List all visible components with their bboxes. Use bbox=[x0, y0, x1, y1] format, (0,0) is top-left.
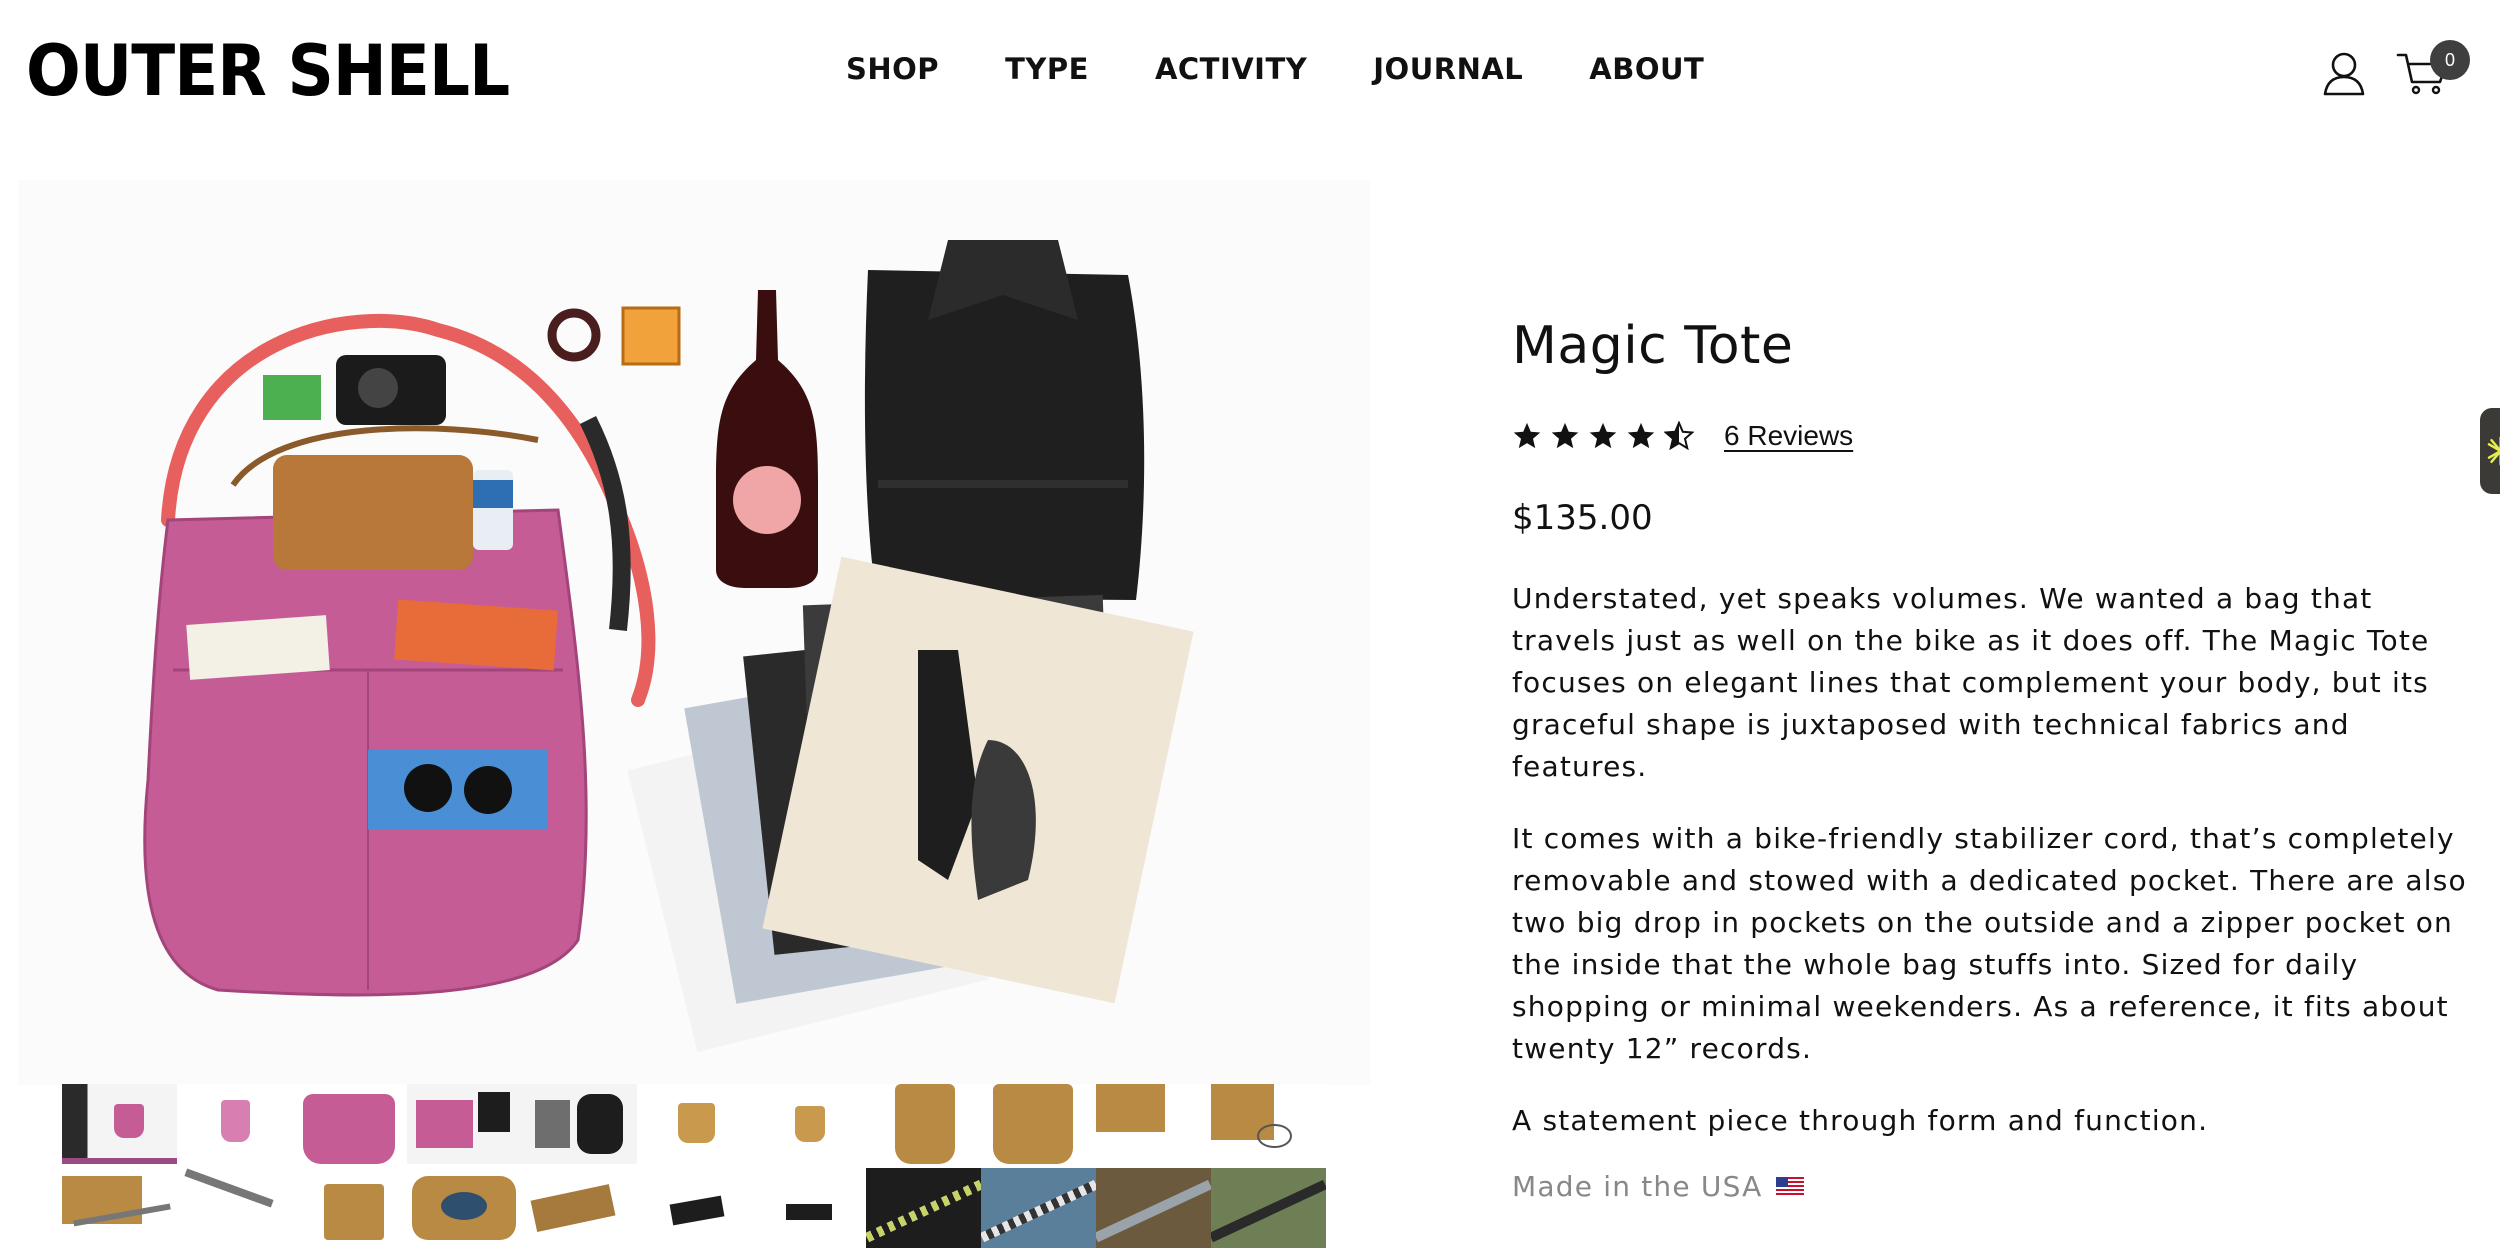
thumbnail[interactable] bbox=[751, 1084, 867, 1164]
thumbnail[interactable] bbox=[1096, 1168, 1212, 1248]
product-description: Understated, yet speaks volumes. We want… bbox=[1512, 578, 2482, 1142]
product-price: $135.00 bbox=[1512, 498, 1653, 538]
thumbnail[interactable] bbox=[1211, 1084, 1326, 1164]
thumbnail[interactable] bbox=[981, 1084, 1097, 1164]
rewards-widget-tab[interactable] bbox=[2480, 408, 2500, 494]
thumbnail[interactable] bbox=[1096, 1084, 1212, 1164]
star-icon bbox=[1589, 422, 1617, 449]
thumbnail[interactable] bbox=[751, 1168, 867, 1248]
nav-type[interactable]: TYPE bbox=[1005, 52, 1089, 86]
thumbnail[interactable] bbox=[636, 1168, 752, 1248]
product-title: Magic Tote bbox=[1512, 316, 1794, 376]
nav-about[interactable]: ABOUT bbox=[1589, 52, 1704, 86]
us-flag-icon bbox=[1776, 1176, 1805, 1197]
description-paragraph: It comes with a bike-friendly stabilizer… bbox=[1512, 822, 2467, 1065]
made-in-note: Made in the USA bbox=[1512, 1170, 2482, 1203]
description-paragraph: A statement piece through form and funct… bbox=[1512, 1104, 2209, 1137]
thumbnail[interactable] bbox=[521, 1084, 637, 1164]
site-header: OUTER SHELL SHOP TYPE ACTIVITY JOURNAL A… bbox=[0, 0, 2500, 145]
made-in-text: Made in the USA bbox=[1512, 1170, 1763, 1203]
thumbnail[interactable] bbox=[981, 1168, 1097, 1248]
thumbnail[interactable] bbox=[866, 1084, 982, 1164]
star-icon bbox=[1513, 422, 1541, 449]
reviews-link[interactable]: 6 Reviews bbox=[1724, 420, 1853, 452]
thumbnail[interactable] bbox=[62, 1168, 177, 1248]
nav-journal[interactable]: JOURNAL bbox=[1373, 52, 1523, 86]
thumbnail[interactable] bbox=[866, 1168, 982, 1248]
brand-logo[interactable]: OUTER SHELL bbox=[26, 30, 510, 112]
thumbnail[interactable] bbox=[636, 1084, 752, 1164]
nav-shop[interactable]: SHOP bbox=[846, 52, 939, 86]
sparkle-icon bbox=[2487, 436, 2500, 466]
product-rating: 6 Reviews bbox=[1512, 420, 2482, 452]
thumbnail[interactable] bbox=[406, 1084, 522, 1164]
star-rating bbox=[1512, 421, 1694, 451]
thumbnail[interactable] bbox=[406, 1168, 522, 1248]
thumbnail-gallery bbox=[62, 1084, 1326, 1248]
cart-count-badge[interactable]: 0 bbox=[2430, 40, 2470, 80]
user-icon[interactable] bbox=[2322, 50, 2366, 96]
thumbnail[interactable] bbox=[291, 1084, 407, 1164]
half-star-icon bbox=[1664, 421, 1694, 451]
thumbnail[interactable] bbox=[521, 1168, 637, 1248]
star-icon bbox=[1627, 422, 1655, 449]
star-icon bbox=[1551, 422, 1579, 449]
thumbnail[interactable] bbox=[176, 1084, 292, 1164]
nav-activity[interactable]: ACTIVITY bbox=[1155, 52, 1307, 86]
description-paragraph: Understated, yet speaks volumes. We want… bbox=[1512, 582, 2430, 783]
main-nav: SHOP TYPE ACTIVITY JOURNAL ABOUT bbox=[846, 52, 1704, 86]
product-main-image[interactable] bbox=[18, 180, 1370, 1085]
thumbnail[interactable] bbox=[1211, 1168, 1326, 1248]
thumbnail[interactable] bbox=[291, 1168, 407, 1248]
thumbnail[interactable] bbox=[176, 1168, 292, 1248]
product-info: Magic Tote 6 Reviews $135.00 Understated… bbox=[1512, 316, 2482, 1203]
thumbnail[interactable] bbox=[62, 1084, 177, 1164]
